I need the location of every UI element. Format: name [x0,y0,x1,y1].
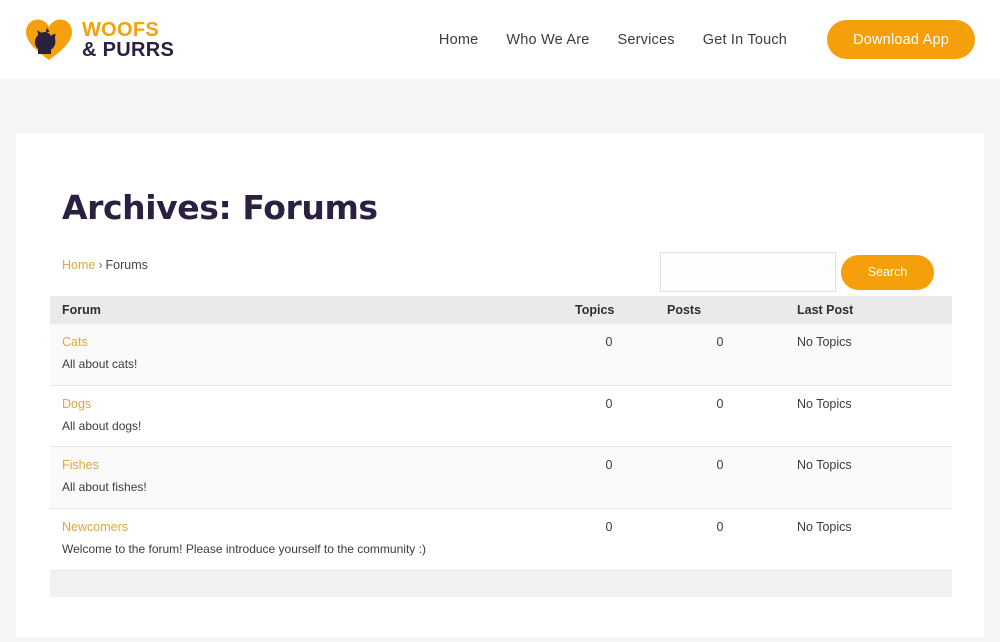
forums-table-head: Forum Topics Posts Last Post [50,296,952,324]
table-row[interactable]: Newcomers Welcome to the forum! Please i… [50,509,952,571]
nav-item-home[interactable]: Home [425,32,492,48]
table-row[interactable]: Dogs All about dogs! 0 0 No Topics [50,385,952,447]
last-post: No Topics [785,324,952,385]
table-row[interactable]: Fishes All about fishes! 0 0 No Topics [50,447,952,509]
page-title: Archives: Forums [62,190,952,226]
primary-navigation: Home Who We Are Services Get In Touch Do… [425,20,975,59]
forum-search: Search [660,252,934,292]
download-app-button[interactable]: Download App [827,20,975,59]
topics-count: 0 [563,324,655,385]
forums-table-body: Cats All about cats! 0 0 No Topics Dogs … [50,324,952,597]
forum-cell: Dogs All about dogs! [50,385,563,447]
forum-link[interactable]: Dogs [62,397,91,411]
forum-cell: Newcomers Welcome to the forum! Please i… [50,509,563,571]
site-logo[interactable]: WOOFS & PURRS [25,17,174,63]
nav-item-services[interactable]: Services [604,32,689,48]
brand-line-1: WOOFS [82,20,174,40]
forum-description: All about cats! [62,357,563,373]
topics-count: 0 [563,447,655,509]
forum-link[interactable]: Cats [62,335,88,349]
last-post: No Topics [785,447,952,509]
page-background: Archives: Forums Home› Forums Search Foru… [0,79,1000,642]
column-header-topics: Topics [563,296,655,324]
forum-description: All about fishes! [62,480,563,496]
breadcrumb-and-search-row: Home› Forums Search [62,252,952,296]
posts-count: 0 [655,385,785,447]
last-post: No Topics [785,509,952,571]
search-input[interactable] [660,252,836,292]
forum-cell: Cats All about cats! [50,324,563,385]
search-button[interactable]: Search [841,255,934,290]
breadcrumb: Home› Forums [62,252,148,272]
site-header: WOOFS & PURRS Home Who We Are Services G… [0,0,1000,79]
posts-count: 0 [655,447,785,509]
column-header-last-post: Last Post [785,296,952,324]
breadcrumb-current: Forums [106,258,148,272]
table-row[interactable]: Cats All about cats! 0 0 No Topics [50,324,952,385]
table-header-row: Forum Topics Posts Last Post [50,296,952,324]
brand-wordmark: WOOFS & PURRS [82,20,174,60]
topics-count: 0 [563,509,655,571]
heart-with-pets-icon [25,18,73,62]
forum-description: All about dogs! [62,419,563,435]
nav-item-who-we-are[interactable]: Who We Are [492,32,603,48]
forum-cell: Fishes All about fishes! [50,447,563,509]
breadcrumb-link-home[interactable]: Home [62,258,95,272]
last-post: No Topics [785,385,952,447]
nav-item-get-in-touch[interactable]: Get In Touch [689,32,801,48]
posts-count: 0 [655,509,785,571]
column-header-forum: Forum [50,296,563,324]
table-footer-bar [50,570,952,597]
table-footer-cell [50,570,952,597]
posts-count: 0 [655,324,785,385]
forums-table: Forum Topics Posts Last Post Cats All ab… [50,296,952,597]
breadcrumb-separator: › [98,258,102,272]
forum-description: Welcome to the forum! Please introduce y… [62,542,563,558]
forum-link[interactable]: Fishes [62,458,99,472]
content-card: Archives: Forums Home› Forums Search Foru… [16,133,984,637]
topics-count: 0 [563,385,655,447]
column-header-posts: Posts [655,296,785,324]
brand-line-2: & PURRS [82,40,174,60]
forum-link[interactable]: Newcomers [62,520,128,534]
